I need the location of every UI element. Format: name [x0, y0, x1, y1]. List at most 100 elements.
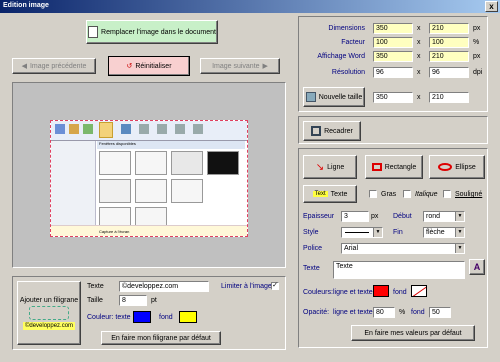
italic-checkbox[interactable] [403, 190, 411, 198]
add-watermark-button[interactable]: Ajouter un filigrane ©developpez.com [17, 281, 81, 345]
replace-image-label: Remplacer l'image dans le document [101, 28, 216, 36]
limit-to-image-label: Limiter à l'image [221, 283, 272, 290]
line-text-color-label: ligne et texte [333, 289, 373, 296]
end-select[interactable]: flèche ▼ [423, 227, 465, 238]
crop-button[interactable]: Recadrer [303, 121, 361, 141]
watermark-color-label: Couleur: texte [87, 314, 131, 321]
new-width-input[interactable]: 350 [373, 92, 413, 103]
opacity-label: Opacité: [303, 309, 330, 316]
chevron-down-icon: ▼ [455, 228, 464, 237]
underline-checkbox[interactable] [443, 190, 451, 198]
font-style-button[interactable]: A [469, 259, 485, 275]
dimension-row-unit: dpi [473, 69, 483, 76]
start-select-value: rond [426, 213, 441, 220]
resize-icon [305, 92, 316, 102]
font-select[interactable]: Arial ▼ [341, 243, 465, 254]
limit-to-image-checkbox[interactable]: ✓ [271, 282, 279, 290]
opacity-bg-input[interactable]: 50 [429, 307, 451, 318]
end-select-value: flèche [426, 229, 445, 236]
dimension-row-value-1[interactable]: 100 [373, 37, 413, 48]
style-label: Style [303, 229, 319, 236]
preview-image[interactable]: Fenêtres disponibles Capture à l'écran [50, 120, 248, 237]
dimension-row-unit: % [473, 39, 480, 46]
line-tool-button[interactable]: ↘ Ligne [303, 155, 357, 179]
watermark-logo: ©developpez.com [22, 321, 76, 330]
new-size-button[interactable]: Nouvelle taille [303, 87, 365, 107]
dimension-row-label: Facteur [341, 39, 365, 46]
line-icon: ↘ [315, 161, 325, 173]
dimension-row-value-1[interactable]: 96 [373, 67, 413, 78]
watermark-bg-color-swatch[interactable] [179, 311, 197, 323]
thickness-unit: px [371, 213, 379, 220]
thumbnail [171, 179, 203, 203]
ribbon-icon [175, 124, 185, 134]
thumbnail [207, 151, 239, 175]
start-label: Début [393, 213, 412, 220]
no-color-icon [412, 286, 426, 296]
watermark-size-label: Taille [87, 297, 103, 304]
font-select-value: Arial [344, 245, 359, 252]
new-height-input[interactable]: 210 [429, 92, 469, 103]
watermark-size-input[interactable]: 8 [119, 295, 147, 306]
replace-image-button[interactable]: Remplacer l'image dans le document [86, 20, 218, 44]
dimension-row-value-2[interactable]: 210 [429, 51, 469, 62]
chevron-down-icon: ▼ [373, 228, 382, 237]
dimension-row-value-2[interactable]: 210 [429, 23, 469, 34]
dimension-row-value-2[interactable]: 96 [429, 67, 469, 78]
watermark-size-unit: pt [151, 297, 157, 304]
line-color-swatch[interactable] [373, 285, 389, 297]
available-windows-header: Fenêtres disponibles [97, 141, 245, 149]
ellipse-tool-button[interactable]: Ellipse [429, 155, 485, 179]
default-watermark-button[interactable]: En faire mon filigrane par défaut [101, 331, 221, 345]
previous-image-button[interactable]: ◀ Image précédente [12, 58, 96, 74]
dimensions-panel: Dimensions 350 x 210 px Facteur 100 x 100% Affich… [298, 16, 488, 112]
text-tool-button[interactable]: Text Texte [303, 185, 357, 203]
bg-color-swatch[interactable] [411, 285, 427, 297]
default-watermark-label: En faire mon filigrane par défaut [111, 334, 211, 342]
dimension-row-value-1[interactable]: 350 [373, 23, 413, 34]
thumbnail [171, 151, 203, 175]
chevron-down-icon: ▼ [455, 212, 464, 221]
next-image-button[interactable]: Image suivante ▶ [200, 58, 280, 74]
text-tool-label: Texte [330, 190, 348, 198]
ribbon-strip [51, 121, 247, 141]
title-bar: Edition image x [0, 0, 500, 13]
watermark-preview-icon [29, 305, 69, 320]
thickness-input[interactable]: 3 [341, 211, 369, 222]
preview-area: Fenêtres disponibles Capture à l'écran [12, 82, 286, 268]
dimension-row-value-2[interactable]: 100 [429, 37, 469, 48]
previous-image-label: Image précédente [29, 62, 87, 70]
bold-checkbox[interactable] [369, 190, 377, 198]
ribbon-icon [193, 124, 203, 134]
ribbon-icon [55, 124, 65, 134]
rectangle-tool-button[interactable]: Rectangle [365, 155, 423, 179]
line-tool-label: Ligne [327, 163, 345, 171]
reset-icon: ↺ [126, 63, 133, 70]
reset-label: Réinitialiser [135, 62, 172, 70]
capture-icon [99, 122, 113, 138]
opacity-line-input[interactable]: 80 [373, 307, 395, 318]
ribbon-icon [69, 124, 79, 134]
thumbnail [135, 179, 167, 203]
style-select[interactable]: ▼ [341, 227, 383, 238]
bg-color-label: fond [393, 289, 407, 296]
text-icon: Text [312, 191, 328, 197]
default-values-label: En faire mes valeurs par défaut [364, 329, 462, 337]
text-input[interactable]: Texte [333, 261, 465, 279]
watermark-text-color-swatch[interactable] [133, 311, 151, 323]
chevron-down-icon: ▼ [455, 244, 464, 253]
reset-button[interactable]: ↺ Réinitialiser [108, 56, 190, 76]
start-select[interactable]: rond ▼ [423, 211, 465, 222]
new-size-label: Nouvelle taille [318, 93, 363, 101]
underline-label: Souligné [455, 191, 483, 198]
dimension-row-value-1[interactable]: 350 [373, 51, 413, 62]
ellipse-tool-label: Ellipse [455, 163, 476, 171]
ellipse-icon [438, 163, 453, 171]
dimension-row-unit: px [473, 25, 481, 32]
watermark-text-input[interactable]: ©developpez.com [119, 281, 209, 292]
close-button[interactable]: x [485, 1, 498, 12]
watermark-text-label: Texte [87, 283, 104, 290]
default-values-button[interactable]: En faire mes valeurs par défaut [351, 325, 475, 341]
dimension-row-label: Résolution [331, 69, 365, 76]
dimension-row-separator: x [417, 69, 421, 76]
